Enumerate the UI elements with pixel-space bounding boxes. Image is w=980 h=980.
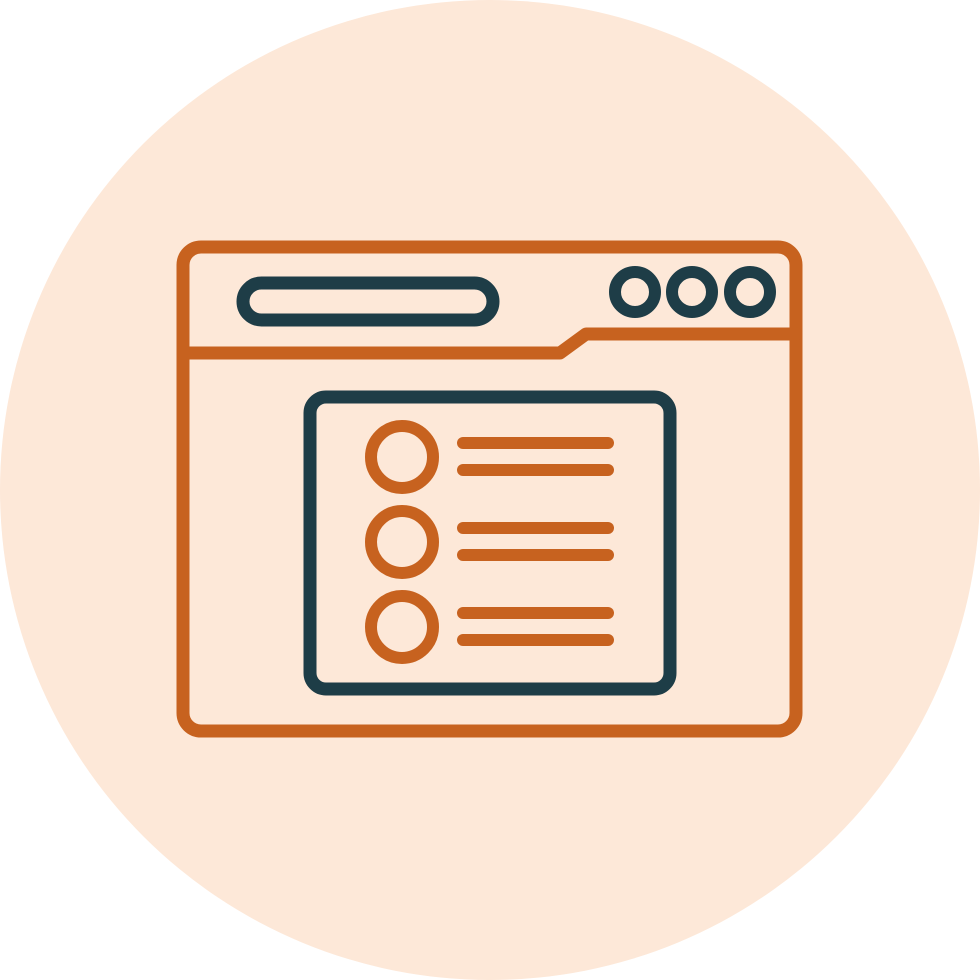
icon-canvas: [0, 0, 980, 980]
background-circle: [0, 0, 980, 980]
browser-list-icon: [0, 0, 980, 980]
